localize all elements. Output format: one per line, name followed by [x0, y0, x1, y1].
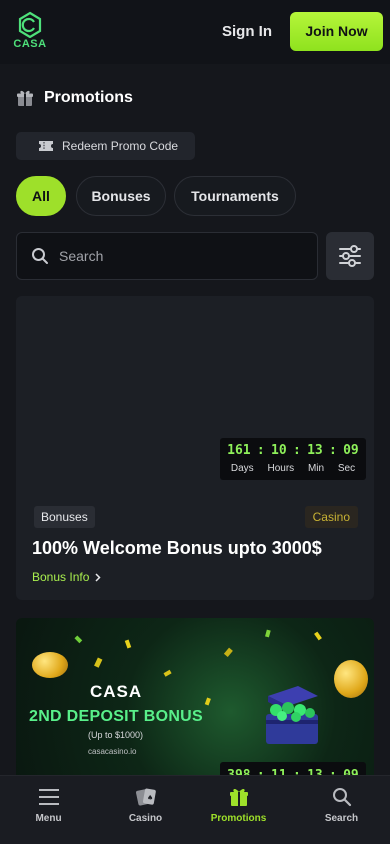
promotions-heading: Promotions [16, 86, 133, 110]
timer-separator: : [256, 443, 265, 458]
promo-title: 100% Welcome Bonus upto 3000$ [32, 538, 322, 558]
bottom-navigation: Menu ♠ Casino Promotions Search [0, 775, 390, 844]
timer-label-sec: Sec [337, 463, 356, 474]
banner-subtitle: (Up to $1000) [88, 730, 144, 740]
redeem-label: Redeem Promo Code [62, 139, 179, 153]
timer-seconds: 09 [343, 443, 359, 458]
search-icon [332, 788, 351, 807]
search-input[interactable] [59, 248, 299, 264]
coin-decoration [32, 652, 68, 678]
cards-icon: ♠ [135, 788, 156, 806]
nav-label: Search [324, 813, 359, 824]
tab-bonuses[interactable]: Bonuses [76, 176, 166, 216]
chevron-right-icon [95, 572, 101, 582]
timer-separator: : [292, 443, 301, 458]
coin-decoration [334, 660, 368, 698]
gift-icon [229, 788, 248, 806]
category-badge: Bonuses [34, 506, 95, 528]
nav-search[interactable]: Search [293, 776, 390, 844]
countdown-timer: 161 : 10 : 13 : 09 Days Hours Min Sec [220, 438, 366, 480]
timer-label-min: Min [307, 463, 325, 474]
svg-text:♠: ♠ [147, 794, 153, 802]
top-header: CASA Sign In Join Now [0, 0, 390, 64]
promo-card[interactable]: 161 : 10 : 13 : 09 Days Hours Min Sec Bo… [16, 296, 374, 600]
redeem-promo-button[interactable]: Redeem Promo Code [16, 132, 195, 160]
nav-promotions[interactable]: Promotions [190, 776, 287, 844]
timer-label-days: Days [230, 463, 254, 474]
timer-days: 161 [227, 443, 251, 458]
timer-minutes: 13 [307, 443, 323, 458]
promo-card-banner[interactable]: CASA 2ND DEPOSIT BONUS (Up to $1000) cas… [16, 618, 374, 788]
casino-tag: Casino [304, 506, 358, 528]
banner-site: casacasino.io [88, 747, 137, 756]
casa-logo-icon [18, 11, 42, 39]
menu-icon [38, 789, 59, 805]
bonus-info-link[interactable]: Bonus Info [32, 570, 101, 584]
nav-label: Promotions [210, 813, 267, 824]
tab-tournaments[interactable]: Tournaments [174, 176, 296, 216]
nav-label: Menu [35, 813, 62, 824]
page-title: Promotions [44, 89, 133, 106]
banner-logo: CASA [90, 682, 143, 701]
casa-logo[interactable]: CASA [12, 10, 48, 52]
bonus-info-label: Bonus Info [32, 570, 90, 584]
logo-text: CASA [13, 38, 47, 50]
treasure-chest-image [266, 686, 318, 744]
search-icon [32, 248, 48, 264]
join-now-button[interactable]: Join Now [290, 12, 383, 51]
timer-label-hours: Hours [267, 463, 295, 474]
sliders-icon [339, 245, 361, 267]
nav-label: Casino [128, 813, 163, 824]
tab-all[interactable]: All [16, 176, 66, 216]
banner-title: 2ND DEPOSIT BONUS [29, 708, 204, 725]
filter-button[interactable] [326, 232, 374, 280]
ticket-icon [39, 141, 53, 151]
timer-separator: : [329, 443, 337, 458]
nav-casino[interactable]: ♠ Casino [97, 776, 194, 844]
sign-in-link[interactable]: Sign In [222, 20, 272, 44]
search-box [16, 232, 318, 280]
gift-icon [17, 90, 33, 106]
nav-menu[interactable]: Menu [0, 776, 97, 844]
timer-hours: 10 [271, 443, 287, 458]
